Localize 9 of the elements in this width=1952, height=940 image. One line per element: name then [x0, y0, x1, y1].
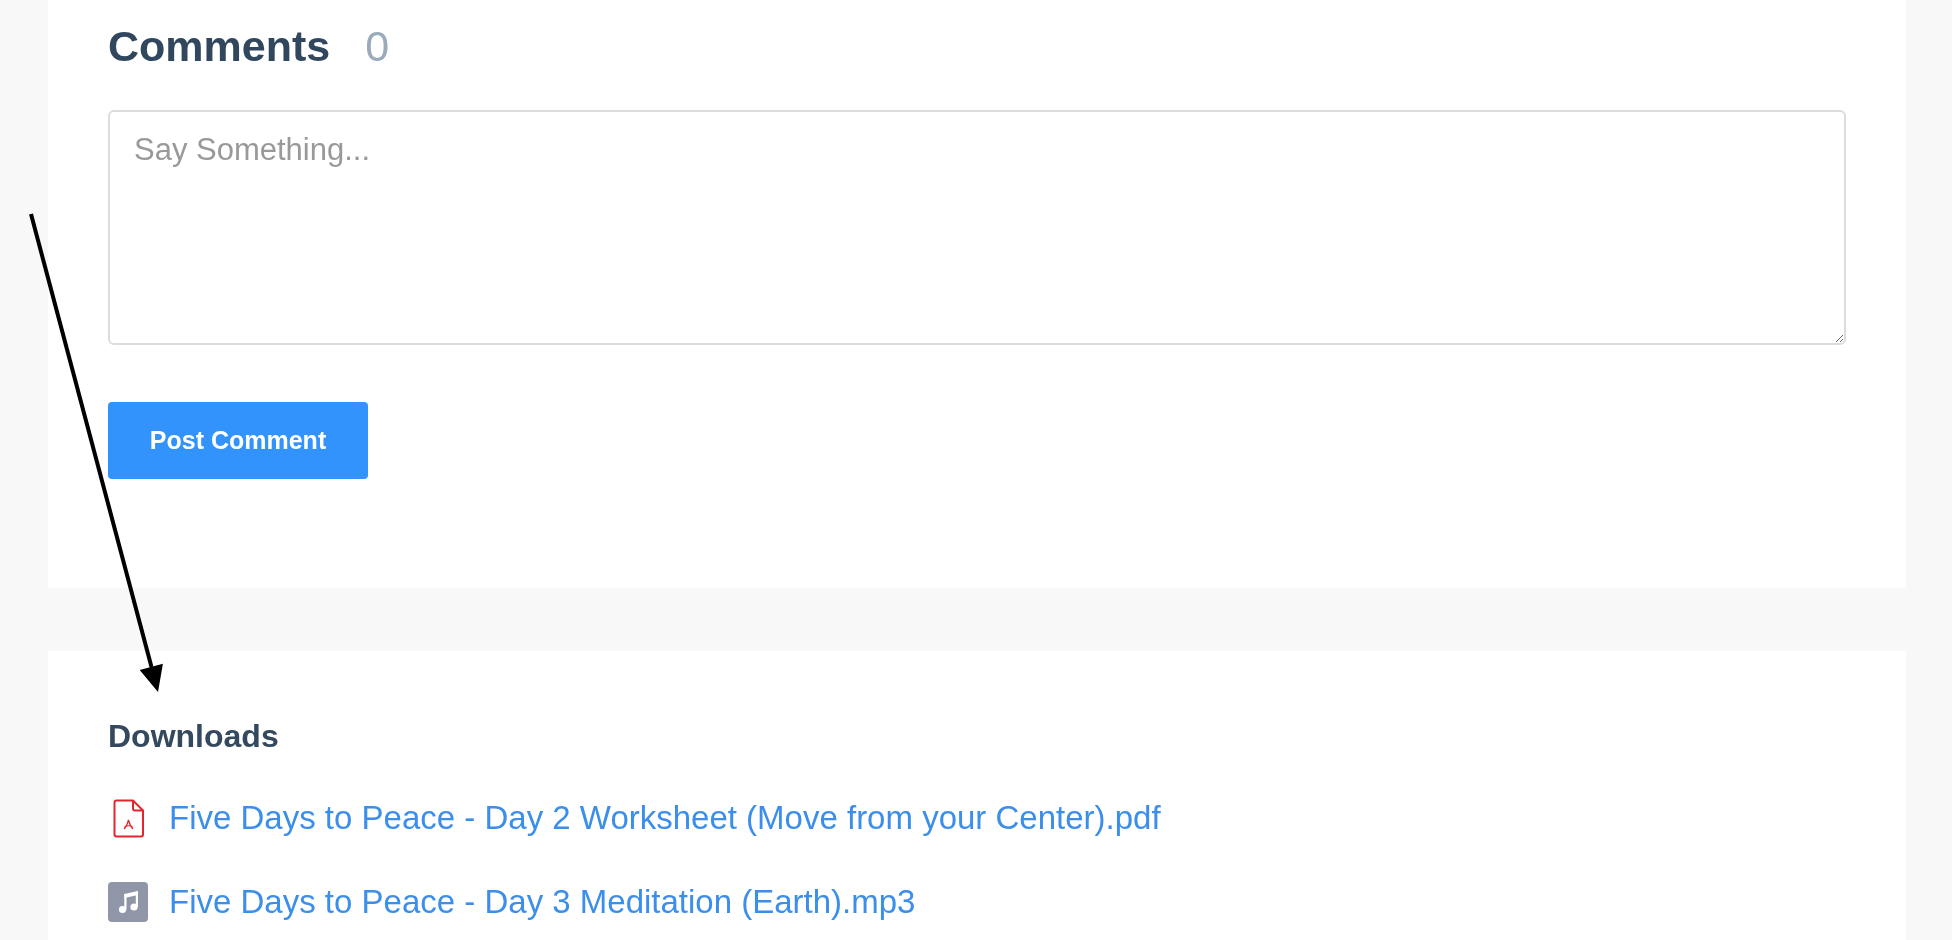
- file-icon: [111, 798, 145, 838]
- comments-heading: Comments: [108, 21, 331, 72]
- music-note-icon: [108, 882, 148, 922]
- post-comment-button[interactable]: Post Comment: [108, 402, 368, 479]
- download-link[interactable]: Five Days to Peace - Day 3 Meditation (Earth).mp3: [169, 880, 916, 924]
- comment-field[interactable]: Say Something...: [108, 110, 1846, 345]
- download-link[interactable]: Five Days to Peace - Day 2 Worksheet (Move from your Center).pdf: [169, 796, 1161, 840]
- comment-count: 0: [365, 21, 390, 72]
- downloads-heading: Downloads: [108, 717, 280, 756]
